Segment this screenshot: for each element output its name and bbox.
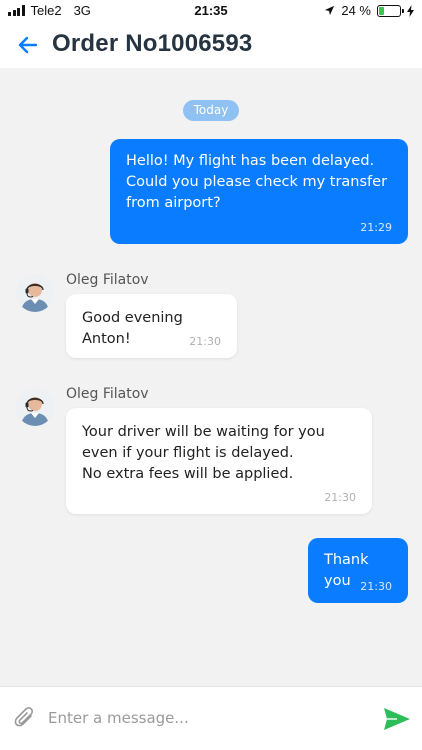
message-composer xyxy=(0,686,422,750)
sender-name: Oleg Filatov xyxy=(66,272,149,288)
location-icon xyxy=(325,5,335,16)
sender-name: Oleg Filatov xyxy=(66,386,149,402)
chat-header: Order No1006593 xyxy=(0,22,422,68)
message-text: Your driver will be waiting for you even… xyxy=(82,424,325,482)
message-time: 21:30 xyxy=(360,580,392,593)
message-outgoing[interactable]: Thank you 21:30 xyxy=(308,538,408,603)
message-time: 21:30 xyxy=(189,335,221,348)
battery-percent: 24 % xyxy=(341,3,371,18)
agent-portrait-icon xyxy=(16,388,54,426)
paperclip-icon[interactable] xyxy=(12,705,38,731)
message-time: 21:30 xyxy=(324,491,356,504)
arrow-left-icon[interactable] xyxy=(14,31,42,59)
date-separator: Today xyxy=(183,100,239,121)
message-outgoing[interactable]: Hello! My flight has been delayed. Could… xyxy=(110,139,408,244)
send-icon[interactable] xyxy=(383,707,411,731)
message-time: 21:29 xyxy=(360,221,392,234)
status-bar-right: 24 % xyxy=(324,3,414,18)
message-input[interactable] xyxy=(48,703,368,733)
status-bar: Tele2 3G 21:35 24 % xyxy=(0,0,422,22)
charging-icon xyxy=(407,4,414,17)
message-incoming[interactable]: Good evening Anton! 21:30 xyxy=(66,294,237,358)
battery-icon xyxy=(377,4,404,17)
message-text: Hello! My flight has been delayed. Could… xyxy=(126,153,388,211)
avatar[interactable] xyxy=(16,388,54,426)
message-incoming[interactable]: Your driver will be waiting for you even… xyxy=(66,408,372,514)
agent-portrait-icon xyxy=(16,274,54,312)
page-title: Order No1006593 xyxy=(52,30,253,57)
chat-area[interactable]: Today Hello! My flight has been delayed.… xyxy=(0,68,422,686)
avatar[interactable] xyxy=(16,274,54,312)
